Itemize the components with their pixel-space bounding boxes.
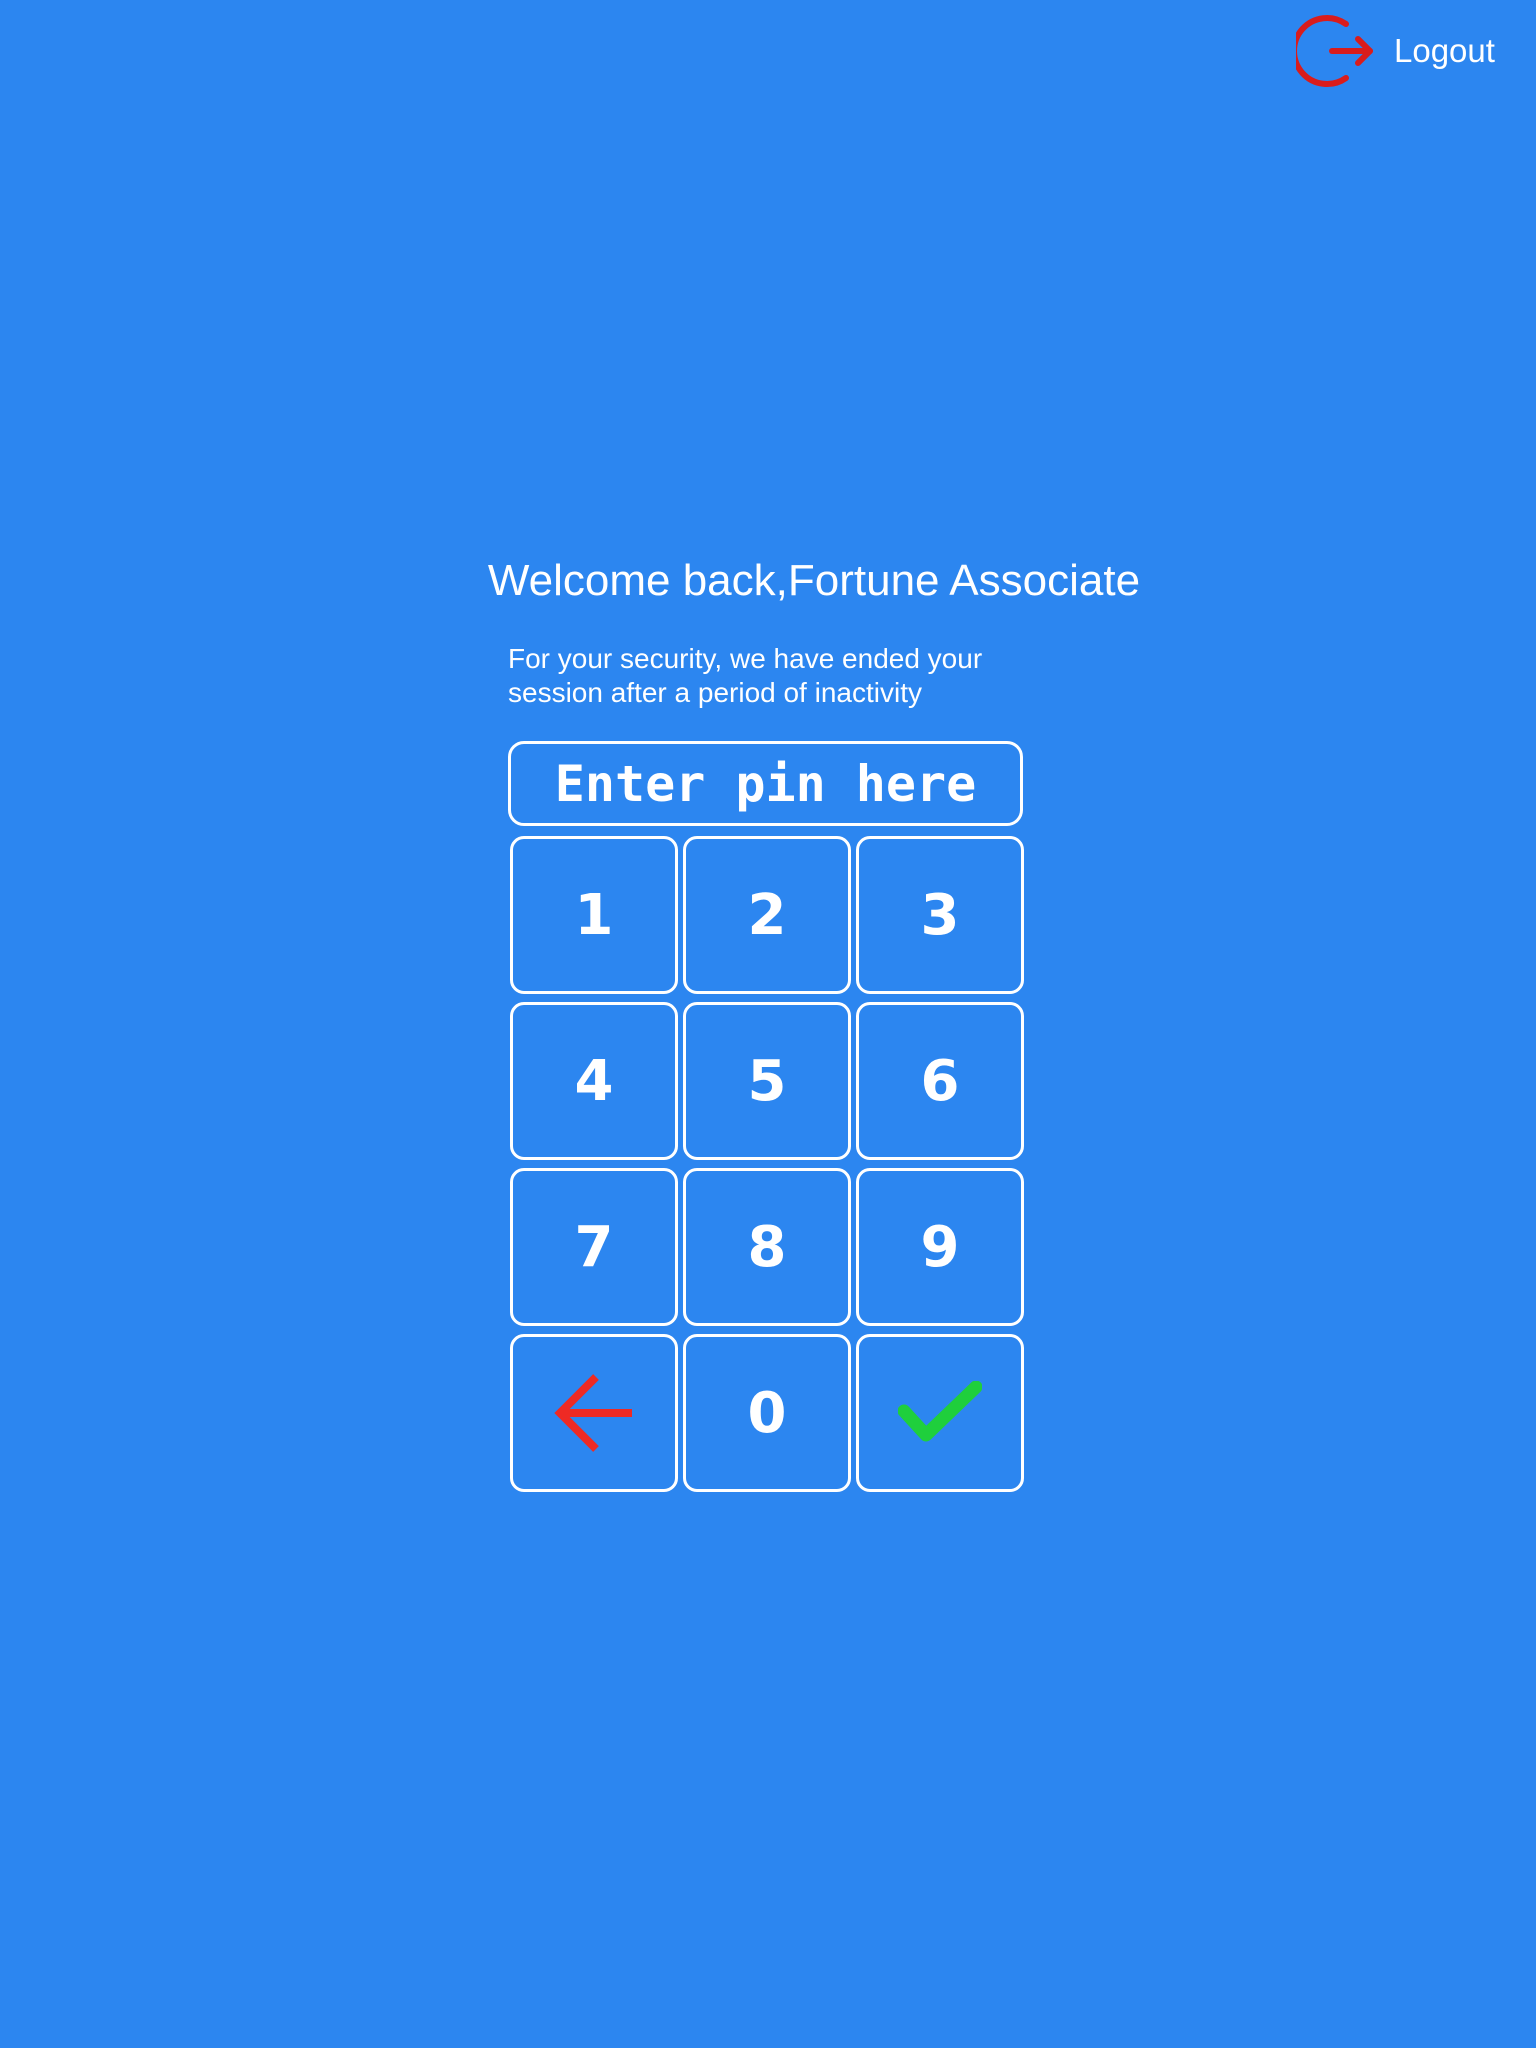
keypad: 1 2 3 4 5 6 7 8 9 0 (510, 836, 1026, 1492)
key-5[interactable]: 5 (683, 1002, 851, 1160)
submit-button[interactable] (856, 1334, 1024, 1492)
key-3[interactable]: 3 (856, 836, 1024, 994)
key-9[interactable]: 9 (856, 1168, 1024, 1326)
pin-lock-screen: Logout Welcome back,Fortune Associate Fo… (0, 0, 1536, 2048)
logout-button[interactable]: Logout (1296, 12, 1495, 90)
session-message-line-1: For your security, we have ended your (508, 643, 983, 674)
checkmark-icon (898, 1381, 982, 1442)
key-1[interactable]: 1 (510, 836, 678, 994)
key-7[interactable]: 7 (510, 1168, 678, 1326)
logout-label: Logout (1394, 32, 1495, 69)
logout-icon (1296, 15, 1373, 87)
welcome-title: Welcome back,Fortune Associate (487, 556, 1141, 605)
session-message-line-2: session after a period of inactivity (508, 677, 922, 708)
arrow-left-icon (554, 1374, 632, 1452)
session-message: For your security, we have ended your se… (508, 642, 1028, 710)
key-6[interactable]: 6 (856, 1002, 1024, 1160)
pin-input[interactable] (511, 744, 1020, 823)
backspace-button[interactable] (510, 1334, 678, 1492)
key-0[interactable]: 0 (683, 1334, 851, 1492)
pin-field (508, 741, 1023, 826)
key-8[interactable]: 8 (683, 1168, 851, 1326)
key-2[interactable]: 2 (683, 836, 851, 994)
key-4[interactable]: 4 (510, 1002, 678, 1160)
